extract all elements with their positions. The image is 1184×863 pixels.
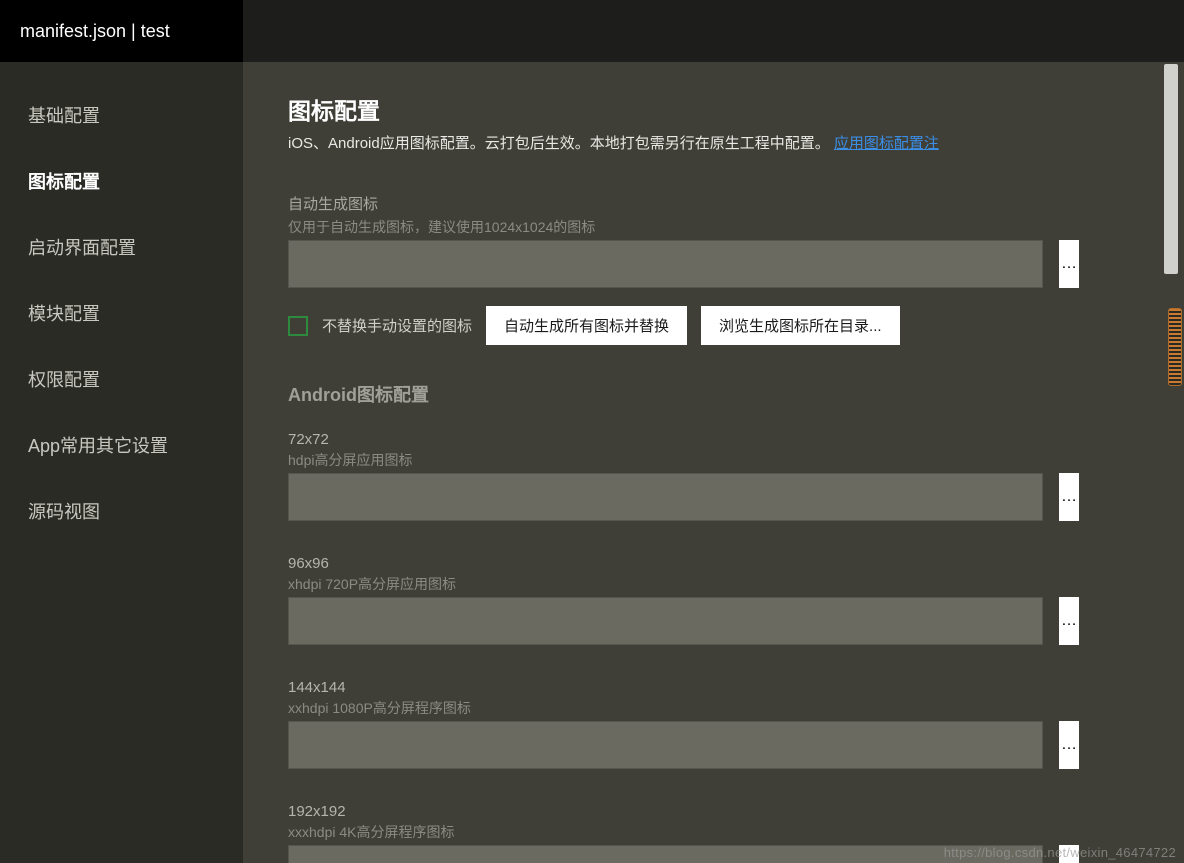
icon-96-hint: xhdpi 720P高分屏应用图标 — [288, 574, 1184, 594]
sidebar: 基础配置 图标配置 启动界面配置 模块配置 权限配置 App常用其它设置 源码视… — [0, 62, 243, 863]
icon-192-input[interactable] — [288, 845, 1043, 863]
page-title: 图标配置 — [288, 92, 1184, 126]
icon-192-hint: xxxhdpi 4K高分屏程序图标 — [288, 822, 1184, 842]
icon-144-browse-button[interactable]: … — [1059, 721, 1079, 769]
no-replace-checkbox[interactable] — [288, 316, 308, 336]
autogen-label: 自动生成图标 — [288, 193, 1184, 214]
scrollbar-thumb[interactable] — [1168, 308, 1182, 386]
main: 图标配置 iOS、Android应用图标配置。云打包后生效。本地打包需另行在原生… — [243, 62, 1184, 863]
icon-72-hint: hdpi高分屏应用图标 — [288, 450, 1184, 470]
android-section-heading: Android图标配置 — [288, 381, 1184, 407]
icon-192-label: 192x192 — [288, 803, 1184, 820]
sidebar-item-modules[interactable]: 模块配置 — [0, 280, 243, 346]
autogen-path-input[interactable] — [288, 240, 1043, 288]
scrollbar-track[interactable] — [1164, 64, 1178, 274]
top-bar: manifest.json | test — [0, 0, 1184, 62]
page-description-text: iOS、Android应用图标配置。云打包后生效。本地打包需另行在原生工程中配置… — [288, 135, 830, 152]
sidebar-item-splash[interactable]: 启动界面配置 — [0, 214, 243, 280]
top-bar-spacer — [243, 0, 1184, 62]
sidebar-item-app-settings[interactable]: App常用其它设置 — [0, 412, 243, 478]
generate-all-button[interactable]: 自动生成所有图标并替换 — [486, 306, 687, 345]
icon-96-label: 96x96 — [288, 555, 1184, 572]
icon-96-input[interactable] — [288, 597, 1043, 645]
icon-144-input[interactable] — [288, 721, 1043, 769]
watermark: https://blog.csdn.net/weixin_46474722 — [944, 845, 1176, 860]
sidebar-item-icon[interactable]: 图标配置 — [0, 148, 243, 214]
browse-output-button[interactable]: 浏览生成图标所在目录... — [701, 306, 900, 345]
page-description: iOS、Android应用图标配置。云打包后生效。本地打包需另行在原生工程中配置… — [288, 132, 1184, 153]
sidebar-item-source-view[interactable]: 源码视图 — [0, 478, 243, 544]
icon-144-hint: xxhdpi 1080P高分屏程序图标 — [288, 698, 1184, 718]
no-replace-checkbox-label: 不替换手动设置的图标 — [322, 315, 472, 336]
window-title: manifest.json | test — [0, 0, 243, 62]
page-description-link[interactable]: 应用图标配置注 — [834, 135, 939, 152]
icon-72-label: 72x72 — [288, 431, 1184, 448]
sidebar-item-basic[interactable]: 基础配置 — [0, 82, 243, 148]
icon-144-label: 144x144 — [288, 679, 1184, 696]
icon-72-input[interactable] — [288, 473, 1043, 521]
icon-96-browse-button[interactable]: … — [1059, 597, 1079, 645]
autogen-hint: 仅用于自动生成图标，建议使用1024x1024的图标 — [288, 217, 1184, 237]
autogen-browse-button[interactable]: … — [1059, 240, 1079, 288]
icon-72-browse-button[interactable]: … — [1059, 473, 1079, 521]
sidebar-item-permissions[interactable]: 权限配置 — [0, 346, 243, 412]
